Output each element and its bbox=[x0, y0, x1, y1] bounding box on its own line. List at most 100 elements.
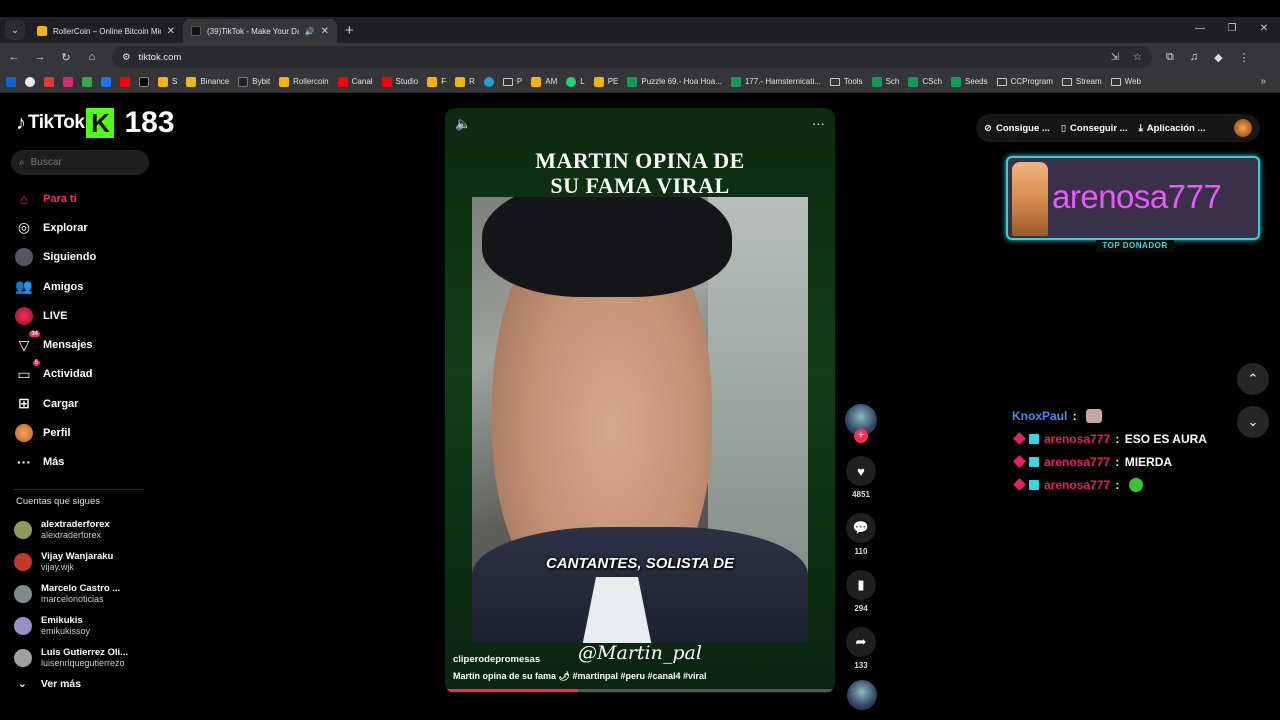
bookmark-web[interactable]: Web bbox=[1110, 77, 1141, 86]
bookmark-seeds[interactable]: Seeds bbox=[950, 76, 988, 87]
bookmark-ccprogram[interactable]: CCProgram bbox=[996, 77, 1053, 86]
address-bar[interactable]: ⚙ tiktok.com ⇲ ☆ bbox=[112, 46, 1152, 68]
following-title: Cuentas que sigues bbox=[16, 496, 100, 507]
following-item[interactable]: Emikukis emikukissoy bbox=[14, 610, 128, 642]
bookmark-tools[interactable]: Tools bbox=[829, 77, 863, 86]
restore-button[interactable]: ❐ bbox=[1216, 17, 1248, 41]
bookmark-instagram[interactable] bbox=[63, 76, 73, 87]
nav-perfil[interactable]: Perfil bbox=[15, 418, 96, 447]
tab-search-button[interactable]: ⌄ bbox=[5, 20, 25, 40]
bookmarks-bar: S Binance Bybit Rollercoin Canal Studio … bbox=[0, 71, 1280, 93]
bookmark-s[interactable]: S bbox=[158, 76, 177, 87]
comment-button[interactable]: 💬 110 bbox=[845, 513, 877, 556]
video-player[interactable]: 🔈 ··· MARTIN OPINA DE SU FAMA VIRAL CANT… bbox=[445, 108, 835, 693]
close-window-button[interactable]: ✕ bbox=[1248, 17, 1280, 41]
follow-plus-icon[interactable]: + bbox=[854, 429, 868, 443]
bookmark-rollercoin[interactable]: Rollercoin bbox=[279, 76, 329, 87]
extension-fox-icon[interactable]: ◆ bbox=[1214, 51, 1222, 64]
bookmark-dark[interactable] bbox=[25, 76, 35, 87]
tab-rollercoin[interactable]: RollerCoin – Online Bitcoin Mining Game … bbox=[29, 19, 183, 43]
get-coins-button[interactable]: ⊘ Consigue ... bbox=[984, 123, 1050, 134]
reload-button[interactable]: ↻ bbox=[54, 51, 78, 64]
bookmark-f[interactable] bbox=[101, 76, 111, 87]
see-more-button[interactable]: ⌄ Ver más bbox=[18, 678, 81, 690]
bookmark-f2[interactable]: F bbox=[427, 76, 446, 87]
like-button[interactable]: ♥ 4851 bbox=[845, 456, 877, 499]
binance-icon bbox=[186, 76, 197, 87]
more-bookmarks-icon[interactable]: » bbox=[1260, 76, 1266, 87]
nav-explorar[interactable]: ◎ Explorar bbox=[15, 213, 96, 242]
close-icon[interactable]: ✕ bbox=[321, 26, 329, 37]
bookmark-canal[interactable]: Canal bbox=[337, 76, 373, 87]
site-info-icon[interactable]: ⚙ bbox=[122, 52, 131, 63]
install-app-icon[interactable]: ⇲ bbox=[1111, 52, 1119, 63]
media-controls-icon[interactable]: ♫ bbox=[1190, 51, 1198, 64]
bookmark-stream[interactable]: Stream bbox=[1061, 77, 1102, 86]
get-app-button[interactable]: ▯ Conseguir ... bbox=[1061, 123, 1128, 134]
divider bbox=[14, 489, 144, 490]
following-item[interactable]: Vijay Wanjaraku vijay.wjk bbox=[14, 546, 128, 578]
chat-separator: : bbox=[1112, 454, 1123, 469]
profile-avatar[interactable] bbox=[1234, 119, 1252, 137]
more-options-icon[interactable]: ··· bbox=[812, 116, 825, 132]
search-input[interactable] bbox=[30, 157, 131, 168]
close-icon[interactable]: ✕ bbox=[167, 26, 175, 37]
rollercoin-icon bbox=[531, 76, 542, 87]
bookmark-red[interactable] bbox=[44, 76, 54, 87]
nav-mas[interactable]: ··· Más bbox=[15, 448, 96, 477]
video-author[interactable]: cliperodepromesas bbox=[453, 654, 540, 665]
bookmark-bybit[interactable]: Bybit bbox=[238, 76, 270, 87]
home-button[interactable]: ⌂ bbox=[80, 51, 104, 63]
speaker-icon[interactable]: 🔊 bbox=[305, 27, 315, 36]
bookmark-star-icon[interactable]: ☆ bbox=[1133, 52, 1142, 63]
hamster-icon bbox=[427, 76, 438, 87]
bookmark-telegram[interactable] bbox=[483, 76, 494, 87]
bookmark-am[interactable]: AM bbox=[531, 76, 557, 87]
share-button[interactable]: ➦ 133 bbox=[845, 627, 877, 670]
search-box[interactable]: ⌕ bbox=[11, 150, 149, 175]
header-label: Consigue ... bbox=[995, 122, 1050, 134]
bookmark-sch[interactable]: Sch bbox=[871, 76, 899, 87]
nav-mensajes[interactable]: ▽ 34 Mensajes bbox=[15, 330, 96, 359]
creator-avatar[interactable]: + bbox=[845, 404, 877, 443]
following-item[interactable]: alextraderforex alextraderforex bbox=[14, 514, 128, 546]
telegram-icon bbox=[483, 76, 494, 87]
following-item[interactable]: Luis Gutierrez Oli... luisenriquegutierre… bbox=[14, 642, 128, 674]
bookmark-studio[interactable]: Studio bbox=[381, 76, 418, 87]
bookmark-binance[interactable]: Binance bbox=[186, 76, 229, 87]
bookmark-youtube[interactable] bbox=[120, 76, 130, 87]
bookmark-pe[interactable]: PE bbox=[593, 76, 618, 87]
back-button[interactable]: ← bbox=[2, 51, 26, 63]
desktop-app-button[interactable]: ⤓ Aplicación ... bbox=[1139, 123, 1206, 134]
bookmark-drive[interactable] bbox=[82, 76, 92, 87]
nav-live[interactable]: LIVE bbox=[15, 301, 96, 330]
video-top-controls: 🔈 ··· bbox=[455, 116, 825, 132]
forward-button[interactable]: → bbox=[28, 51, 52, 63]
following-item[interactable]: Marcelo Castro ... marcelonoticias bbox=[14, 578, 128, 610]
tab-tiktok[interactable]: (39)TikTok - Make Your Day 🔊 ✕ bbox=[183, 19, 337, 43]
bookmark-l[interactable]: L bbox=[566, 76, 585, 87]
new-tab-button[interactable]: + bbox=[345, 22, 354, 39]
nav-para-ti[interactable]: ⌂ Para ti bbox=[15, 184, 96, 213]
video-progress-bar[interactable] bbox=[445, 689, 835, 692]
menu-icon[interactable]: ⋮ bbox=[1239, 51, 1250, 64]
music-disc-avatar[interactable] bbox=[847, 680, 877, 710]
bookmark-p[interactable]: P bbox=[502, 77, 522, 86]
bookmark-hamster[interactable]: 177.- Hamsternicati... bbox=[730, 76, 821, 87]
extensions-icon[interactable]: ⧉ bbox=[1166, 51, 1174, 64]
bookmark-x[interactable] bbox=[139, 76, 149, 87]
bookmark-puzzle[interactable]: Puzzle 69.- Hoa Hoa... bbox=[627, 76, 722, 87]
nav-siguiendo[interactable]: Siguiendo bbox=[15, 243, 96, 272]
volume-icon[interactable]: 🔈 bbox=[455, 116, 471, 132]
bookmark-csch[interactable]: CSch bbox=[908, 76, 942, 87]
bookmark-outlook[interactable] bbox=[6, 76, 16, 87]
nav-amigos[interactable]: 👥 Amigos bbox=[15, 272, 96, 301]
minimize-button[interactable]: — bbox=[1184, 17, 1216, 41]
next-video-button[interactable]: ⌄ bbox=[1237, 406, 1269, 438]
nav-cargar[interactable]: ⊞ Cargar bbox=[15, 389, 96, 418]
save-button[interactable]: ▮ 294 bbox=[845, 570, 877, 613]
previous-video-button[interactable]: ⌃ bbox=[1237, 363, 1269, 395]
tiktok-logo[interactable]: ♪ TikTok K 183 bbox=[16, 106, 175, 140]
bookmark-r[interactable]: R bbox=[455, 76, 475, 87]
nav-actividad[interactable]: ▭ 5 Actividad bbox=[15, 360, 96, 389]
